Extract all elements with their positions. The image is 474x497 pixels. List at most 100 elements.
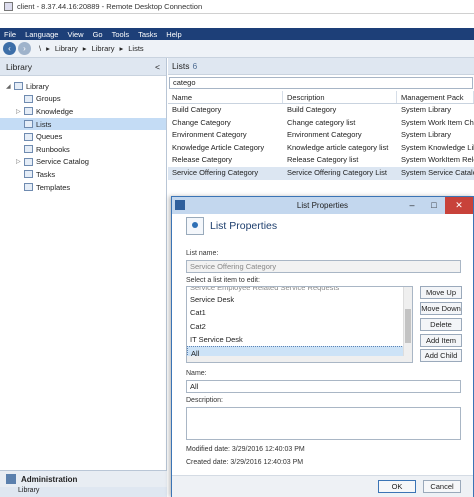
menu-language[interactable]: Language	[25, 30, 58, 39]
rdp-top-gap	[0, 14, 474, 28]
breadcrumb-lists[interactable]: Lists	[128, 44, 143, 53]
table-cell: System Library	[401, 130, 452, 140]
administration-label: Administration	[21, 474, 78, 484]
maximize-icon[interactable]: □	[423, 197, 445, 214]
folder-icon	[24, 107, 33, 116]
dialog-heading-text: List Properties	[210, 220, 278, 232]
table-row[interactable]: Build Category Build Category System Libra…	[168, 104, 474, 117]
table-cell: Environment Category	[172, 130, 247, 140]
menu-tasks[interactable]: Tasks	[138, 30, 157, 39]
breadcrumb-library-2[interactable]: Library	[92, 44, 115, 53]
list-items-box[interactable]: Service Employee Related Service Request…	[186, 286, 413, 363]
tree-item-runbooks[interactable]: Runbooks	[0, 143, 166, 156]
close-icon[interactable]: ✕	[445, 197, 473, 214]
tree-item-queues[interactable]: Queues	[0, 130, 166, 143]
move-down-button[interactable]: Move Down	[420, 302, 462, 315]
table-row[interactable]: Change Category Change category list Syste…	[168, 117, 474, 130]
table-cell: Release Category list	[287, 155, 359, 165]
table-cell: Release Category	[172, 155, 233, 165]
lists-grid: Name Description Management Pack Build C…	[168, 91, 474, 180]
add-child-button[interactable]: Add Child	[420, 349, 462, 362]
created-date: Created date: 3/29/2016 12:40:03 PM	[186, 459, 304, 466]
breadcrumb: \ ▸ Library ▸ Library ▸ Lists	[39, 44, 149, 53]
list-item[interactable]: Service Desk	[187, 293, 404, 306]
menu-go[interactable]: Go	[93, 30, 103, 39]
move-up-button[interactable]: Move Up	[420, 286, 462, 299]
expander-icon[interactable]: ◢	[6, 83, 14, 90]
library-pane: Library < ◢ Library Groups ▷ Knowledge Lists Q…	[0, 58, 167, 497]
column-name[interactable]: Name	[168, 91, 283, 103]
delete-button[interactable]: Delete	[420, 318, 462, 331]
grid-header: Name Description Management Pack	[168, 91, 474, 104]
folder-icon	[24, 132, 33, 141]
administration-icon	[6, 474, 16, 484]
folder-icon	[24, 145, 33, 154]
tree-item-knowledge[interactable]: ▷ Knowledge	[0, 105, 166, 118]
table-cell: Build Category	[172, 105, 222, 114]
tree-item-tasks[interactable]: Tasks	[0, 168, 166, 181]
library-workspace-button[interactable]: Library	[0, 487, 167, 497]
tree-item-label: Templates	[36, 182, 71, 192]
table-cell: Service Offering Category List	[287, 167, 387, 177]
chevron-right-icon: ▸	[82, 44, 87, 53]
name-label: Name:	[186, 370, 207, 377]
list-name-label: List name:	[186, 250, 219, 257]
menu-help[interactable]: Help	[166, 30, 181, 39]
menu-file[interactable]: File	[4, 30, 16, 39]
breadcrumb-root[interactable]: \	[39, 44, 41, 53]
library-pane-header: Library <	[0, 58, 166, 76]
menu-tools[interactable]: Tools	[112, 30, 130, 39]
table-cell: System WorkItem Relea	[401, 155, 474, 165]
back-arrow-icon[interactable]: ‹	[3, 42, 16, 55]
table-row[interactable]: Release Category Release Category list Sys…	[168, 154, 474, 167]
expander-icon[interactable]: ▷	[16, 158, 24, 165]
chevron-right-icon: ▸	[46, 44, 50, 53]
scrollbar-thumb[interactable]	[405, 309, 411, 343]
table-cell: Environment Category	[287, 130, 362, 140]
add-item-button[interactable]: Add Item	[420, 334, 462, 347]
table-cell: System Service Catalog	[401, 167, 474, 177]
menu-view[interactable]: View	[67, 30, 83, 39]
column-description[interactable]: Description	[283, 91, 397, 103]
collapse-pane-icon[interactable]: <	[155, 62, 160, 72]
table-cell: Knowledge Article Category	[172, 142, 265, 152]
window-titlebar: client - 8.37.44.16:20889 - Remote Deskt…	[0, 0, 474, 14]
column-management-pack[interactable]: Management Pack	[397, 91, 474, 103]
horizontal-scrollbar[interactable]	[187, 356, 404, 362]
list-item[interactable]: IT Service Desk	[187, 333, 404, 346]
ok-button[interactable]: OK	[378, 480, 416, 493]
folder-icon	[24, 94, 33, 103]
minimize-icon[interactable]: –	[401, 197, 423, 214]
list-items: Service Desk Cat1 Cat2 IT Service Desk All	[187, 293, 412, 360]
list-name-field: Service Offering Category	[186, 260, 461, 273]
tree-item-lists[interactable]: Lists	[0, 117, 166, 131]
tree-item-library[interactable]: ◢ Library	[0, 80, 166, 93]
list-item[interactable]: Cat1	[187, 306, 404, 319]
list-item[interactable]: Cat2	[187, 320, 404, 333]
tree-item-templates[interactable]: Templates	[0, 181, 166, 194]
folder-icon	[24, 170, 33, 179]
vertical-scrollbar[interactable]	[403, 287, 412, 362]
breadcrumb-library-1[interactable]: Library	[55, 44, 78, 53]
tree-item-groups[interactable]: Groups	[0, 93, 166, 106]
table-row[interactable]: Environment Category Environment Category…	[168, 129, 474, 142]
lists-header: Lists 6	[168, 58, 474, 75]
description-field[interactable]	[186, 407, 461, 440]
tree-item-label: Runbooks	[36, 144, 70, 154]
tree-item-service-catalog[interactable]: ▷ Service Catalog	[0, 156, 166, 169]
filter-input[interactable]: catego	[169, 77, 473, 89]
name-field[interactable]: All	[186, 380, 461, 393]
expander-icon[interactable]: ▷	[16, 108, 24, 115]
grid-body: Build Category Build Category System Libra…	[168, 104, 474, 180]
cancel-button[interactable]: Cancel	[423, 480, 461, 493]
modified-date: Modified date: 3/29/2016 12:40:03 PM	[186, 446, 305, 453]
library-pane-title: Library	[6, 61, 32, 72]
table-row[interactable]: Knowledge Article Category Knowledge arti…	[168, 142, 474, 155]
table-row[interactable]: Service Offering Category Service Offerin…	[168, 166, 474, 180]
chevron-right-icon: ▸	[119, 44, 124, 53]
table-cell: Change category list	[287, 117, 356, 127]
administration-workspace-button[interactable]: Administration	[0, 470, 167, 487]
dialog-titlebar: List Properties – □ ✕	[172, 197, 473, 214]
folder-icon	[24, 120, 33, 129]
forward-arrow-icon[interactable]: ›	[18, 42, 31, 55]
